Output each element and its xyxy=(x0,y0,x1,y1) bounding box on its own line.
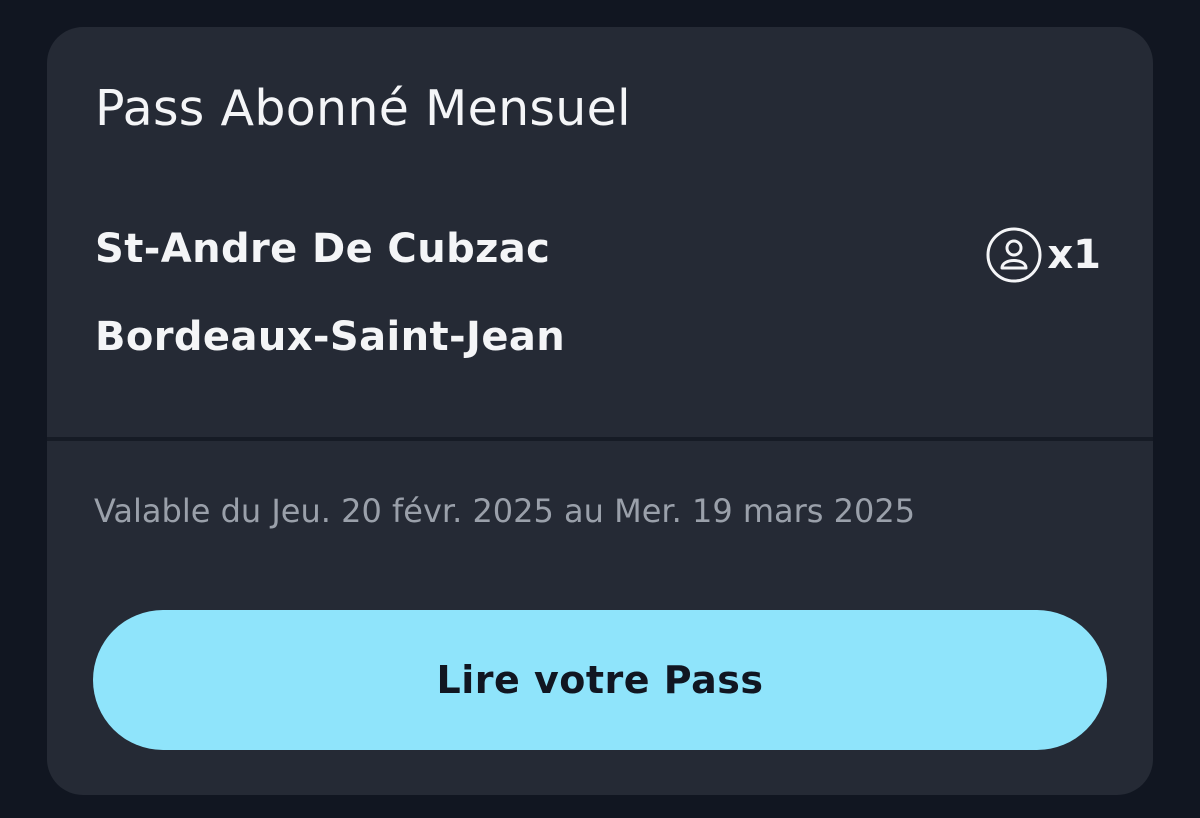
destination-station: Bordeaux-Saint-Jean xyxy=(95,314,566,360)
pass-card: Pass Abonné Mensuel St-Andre De Cubzac B… xyxy=(47,27,1153,795)
passenger-count: x1 xyxy=(1047,232,1101,278)
origin-station: St-Andre De Cubzac xyxy=(95,226,551,272)
validity-period: Valable du Jeu. 20 févr. 2025 au Mer. 19… xyxy=(94,492,916,530)
pass-title: Pass Abonné Mensuel xyxy=(95,80,631,137)
passenger-count-indicator: x1 xyxy=(986,227,1101,283)
read-pass-button[interactable]: Lire votre Pass xyxy=(93,610,1107,750)
section-divider xyxy=(47,437,1153,441)
person-circle-icon xyxy=(986,227,1042,283)
pass-card-header: Pass Abonné Mensuel St-Andre De Cubzac B… xyxy=(47,27,1153,437)
